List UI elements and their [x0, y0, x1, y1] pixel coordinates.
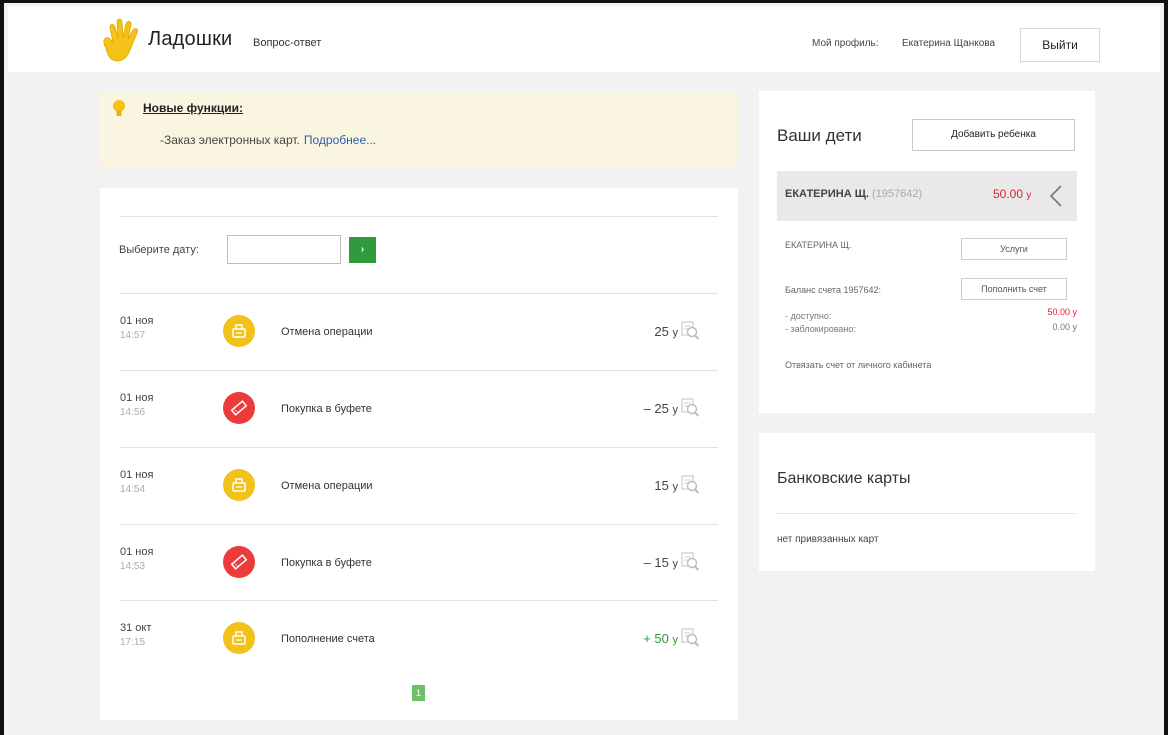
logout-button[interactable]: Выйти — [1020, 28, 1100, 62]
date-input[interactable] — [227, 235, 341, 264]
operation-title: Покупка в буфете — [281, 403, 372, 415]
receipt-details-icon[interactable] — [680, 319, 700, 341]
receipt-glyph — [232, 478, 246, 492]
page-button-1[interactable]: 1 — [412, 685, 425, 701]
app-window: Ладошки Вопрос-ответ Мой профиль: Екатер… — [0, 0, 1168, 735]
add-child-button[interactable]: Добавить ребенка — [912, 119, 1075, 151]
ticket-glyph — [230, 554, 248, 570]
receipt-glyph — [232, 631, 246, 645]
operation-amount-value: 15 — [654, 478, 669, 493]
operation-title: Пополнение счета — [281, 633, 375, 645]
operation-date: 31 окт — [120, 622, 152, 634]
topup-button[interactable]: Пополнить счет — [961, 278, 1067, 300]
receipt-details-icon[interactable] — [680, 396, 700, 418]
operation-row[interactable]: 01 ноя 14:54 Отмена операции 15 у — [120, 447, 718, 523]
divider — [120, 216, 718, 217]
operation-date: 01 ноя — [120, 392, 154, 404]
operation-time: 14:54 — [120, 484, 146, 495]
notice-title: Новые функции: — [143, 101, 244, 115]
divider — [777, 513, 1075, 514]
operation-row[interactable]: 01 ноя 14:57 Отмена операции 25 у — [120, 293, 718, 369]
operation-amount: – 15 у — [644, 555, 678, 570]
lightbulb-icon — [113, 100, 125, 116]
child-item[interactable]: ЕКАТЕРИНА Щ. (1957642) 50.00 у — [777, 171, 1077, 221]
services-button[interactable]: Услуги — [961, 238, 1067, 260]
profile-label: Мой профиль: — [812, 38, 879, 49]
operations-panel: Выберите дату: › 01 ноя 14:57 Отмена опера… — [100, 188, 738, 720]
receipt-icon — [223, 315, 255, 347]
operation-amount: 25 у — [654, 324, 678, 339]
operation-amount-currency: у — [672, 481, 679, 493]
available-value: 50.00 у — [1047, 307, 1077, 317]
ticket-icon — [223, 546, 255, 578]
child-balance-value: 50.00 — [993, 187, 1024, 201]
operation-row[interactable]: 01 ноя 14:56 Покупка в буфете – 25 у — [120, 370, 718, 446]
operation-amount-value: – 25 — [643, 401, 669, 416]
brand-name[interactable]: Ладошки — [148, 28, 232, 51]
bank-cards-empty-text: нет привязанных карт — [777, 534, 879, 545]
operation-amount: 15 у — [654, 478, 678, 493]
operation-time: 14:53 — [120, 561, 146, 572]
available-label: - доступно: — [785, 311, 832, 321]
operation-amount-value: 25 — [654, 324, 669, 339]
new-features-notice: Новые функции: -Заказ электронных карт. П… — [100, 91, 738, 167]
bank-cards-panel: Банковские карты нет привязанных карт — [759, 433, 1095, 571]
children-title: Ваши дети — [777, 126, 862, 145]
bank-cards-title: Банковские карты — [777, 470, 911, 487]
operation-time: 14:57 — [120, 330, 146, 341]
child-balance-currency: у — [1026, 190, 1032, 201]
receipt-details-icon[interactable] — [680, 626, 700, 648]
operation-amount-currency: у — [672, 634, 679, 646]
ticket-glyph — [230, 400, 248, 416]
children-panel: Ваши дети Добавить ребенка ЕКАТЕРИНА Щ. … — [759, 91, 1095, 413]
notice-body: -Заказ электронных карт. — [160, 133, 300, 147]
child-balance: 50.00 у — [993, 187, 1031, 201]
account-balance-label: Баланс счета 1957642: — [785, 285, 881, 295]
receipt-icon — [223, 622, 255, 654]
operation-row[interactable]: 31 окт 17:15 Пополнение счета + 50 у — [120, 600, 718, 676]
notice-more-link[interactable]: Подробнее... — [304, 133, 376, 147]
hand-logo-icon[interactable] — [100, 18, 140, 64]
child-account-id: (1957642) — [872, 188, 923, 200]
operation-date: 01 ноя — [120, 546, 154, 558]
operation-row[interactable]: 01 ноя 14:53 Покупка в буфете – 15 у — [120, 524, 718, 600]
operation-title: Отмена операции — [281, 326, 373, 338]
operation-date: 01 ноя — [120, 315, 154, 327]
operation-time: 17:15 — [120, 637, 146, 648]
blocked-value: 0.00 у — [1052, 322, 1077, 332]
date-label: Выберите дату: — [119, 244, 199, 256]
child-name: ЕКАТЕРИНА Щ. (1957642) — [785, 188, 922, 200]
blocked-label: - заблокировано: — [785, 324, 856, 334]
operation-amount-currency: у — [672, 558, 679, 570]
ticket-icon — [223, 392, 255, 424]
child-sub-name: ЕКАТЕРИНА Щ. — [785, 240, 852, 250]
receipt-icon — [223, 469, 255, 501]
operation-time: 14:56 — [120, 407, 146, 418]
profile-name-link[interactable]: Екатерина Щанкова — [902, 38, 995, 49]
operation-amount: – 25 у — [644, 401, 678, 416]
receipt-details-icon[interactable] — [680, 473, 700, 495]
operation-date: 01 ноя — [120, 469, 154, 481]
operation-title: Отмена операции — [281, 480, 373, 492]
date-submit-button[interactable]: › — [349, 237, 376, 263]
operation-title: Покупка в буфете — [281, 557, 372, 569]
unlink-account-link[interactable]: Отвязать счет от личного кабинета — [785, 360, 931, 370]
operation-amount-currency: у — [672, 327, 679, 339]
operation-amount: + 50 у — [643, 631, 678, 646]
receipt-glyph — [232, 324, 246, 338]
child-name-text: ЕКАТЕРИНА Щ. — [785, 188, 869, 200]
operation-amount-value: – 15 — [643, 555, 669, 570]
header: Ладошки Вопрос-ответ Мой профиль: Екатер… — [8, 6, 1160, 72]
nav-qa-link[interactable]: Вопрос-ответ — [253, 37, 321, 49]
operation-amount-value: + 50 — [643, 631, 669, 646]
chevron-left-icon[interactable] — [1049, 184, 1063, 208]
operation-amount-currency: у — [672, 404, 679, 416]
receipt-details-icon[interactable] — [680, 550, 700, 572]
notice-text: -Заказ электронных карт. Подробнее... — [160, 133, 376, 147]
